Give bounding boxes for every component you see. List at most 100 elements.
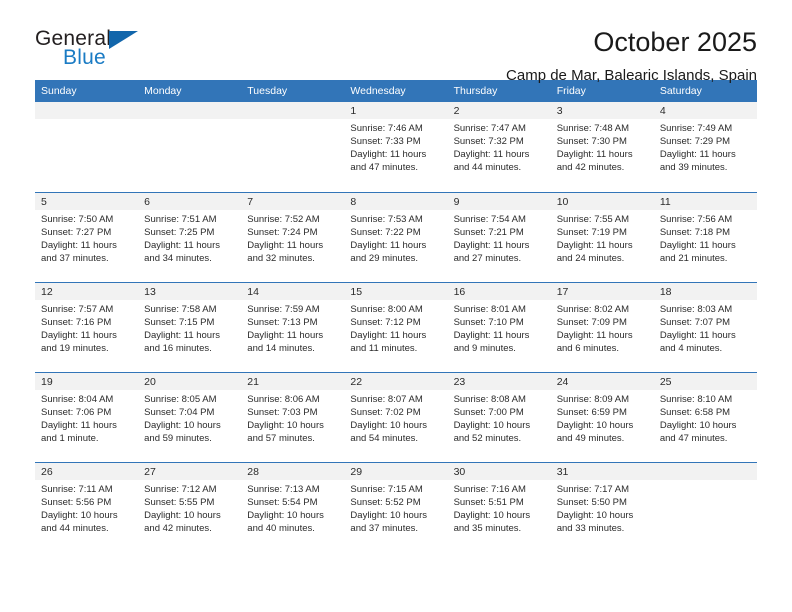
sunset-text: Sunset: 7:19 PM bbox=[556, 226, 627, 238]
day-details: Sunrise: 7:53 AM Sunset: 7:22 PM Daylight:… bbox=[344, 210, 447, 265]
calendar-day-cell[interactable]: 27 Sunrise: 7:12 AM Sunset: 5:55 PM Dayligh… bbox=[138, 462, 242, 552]
calendar-day-cell[interactable]: 31 Sunrise: 7:17 AM Sunset: 5:50 PM Dayligh… bbox=[550, 462, 654, 552]
calendar-day-cell[interactable]: 13 Sunrise: 7:58 AM Sunset: 7:15 PM Dayligh… bbox=[138, 282, 242, 373]
sunrise-text: Sunrise: 7:49 AM bbox=[659, 123, 733, 134]
day-details: Sunrise: 8:01 AM Sunset: 7:10 PM Daylight:… bbox=[448, 300, 551, 355]
logo-text-blue: Blue bbox=[63, 46, 106, 69]
calendar-day-cell[interactable]: 21 Sunrise: 8:06 AM Sunset: 7:03 PM Dayligh… bbox=[241, 372, 345, 463]
sunset-text: Sunset: 5:55 PM bbox=[144, 496, 215, 508]
sunset-text: Sunset: 7:10 PM bbox=[453, 316, 524, 328]
sunset-text: Sunset: 7:03 PM bbox=[247, 406, 318, 418]
sunrise-text: Sunrise: 7:17 AM bbox=[556, 483, 630, 495]
sunset-text: Sunset: 7:13 PM bbox=[247, 316, 318, 328]
day-details: Sunrise: 7:13 AM Sunset: 5:54 PM Daylight:… bbox=[241, 480, 344, 535]
calendar-day-cell[interactable]: 24 Sunrise: 8:09 AM Sunset: 6:59 PM Dayligh… bbox=[550, 372, 654, 463]
calendar-week-row: 5 Sunrise: 7:50 AM Sunset: 7:27 PM Daylight… bbox=[35, 192, 757, 283]
calendar-day-cell[interactable]: 14 Sunrise: 7:59 AM Sunset: 7:13 PM Dayligh… bbox=[241, 282, 345, 373]
calendar-day-cell[interactable]: 29 Sunrise: 7:15 AM Sunset: 5:52 PM Dayligh… bbox=[344, 462, 448, 552]
day-number: 16 bbox=[447, 282, 551, 300]
day-number bbox=[653, 462, 757, 480]
sunrise-text: Sunrise: 8:04 AM bbox=[41, 393, 114, 405]
calendar-day-cell[interactable]: 28 Sunrise: 7:13 AM Sunset: 5:54 PM Dayligh… bbox=[241, 462, 345, 552]
calendar-day-cell[interactable]: 6 Sunrise: 7:51 AM Sunset: 7:25 PM Daylight… bbox=[138, 192, 242, 283]
daylight-text: Daylight: 11 hours and 11 minutes. bbox=[350, 329, 427, 354]
calendar-day-cell[interactable]: 10 Sunrise: 7:55 AM Sunset: 7:19 PM Dayligh… bbox=[550, 192, 654, 283]
calendar-day-cell[interactable]: 8 Sunrise: 7:53 AM Sunset: 7:22 PM Daylight… bbox=[344, 192, 448, 283]
day-details: Sunrise: 7:15 AM Sunset: 5:52 PM Daylight:… bbox=[344, 480, 447, 535]
weekday-header-sunday: Sunday bbox=[35, 80, 139, 102]
page-title: October 2025 bbox=[593, 27, 757, 57]
calendar-day-cell[interactable]: 4 Sunrise: 7:49 AM Sunset: 7:29 PM Daylight… bbox=[653, 102, 757, 193]
sunset-text: Sunset: 7:32 PM bbox=[453, 136, 524, 148]
sunrise-text: Sunrise: 8:10 AM bbox=[659, 393, 733, 405]
day-details: Sunrise: 8:03 AM Sunset: 7:07 PM Daylight:… bbox=[654, 300, 757, 355]
sunset-text: Sunset: 7:33 PM bbox=[350, 136, 421, 148]
sunrise-text: Sunrise: 7:15 AM bbox=[350, 483, 423, 495]
calendar-day-cell[interactable]: 7 Sunrise: 7:52 AM Sunset: 7:24 PM Daylight… bbox=[241, 192, 345, 283]
sunset-text: Sunset: 7:29 PM bbox=[659, 136, 731, 148]
calendar-day-cell-empty bbox=[653, 462, 757, 552]
day-details: Sunrise: 7:11 AM Sunset: 5:56 PM Daylight:… bbox=[35, 480, 138, 535]
day-number: 26 bbox=[35, 462, 139, 480]
day-number: 20 bbox=[138, 372, 242, 390]
calendar-day-cell[interactable]: 18 Sunrise: 8:03 AM Sunset: 7:07 PM Dayligh… bbox=[653, 282, 757, 373]
calendar-day-cell-empty bbox=[138, 102, 242, 193]
sunrise-text: Sunrise: 7:50 AM bbox=[41, 213, 114, 225]
day-number: 1 bbox=[344, 102, 448, 119]
daylight-text: Daylight: 11 hours and 47 minutes. bbox=[350, 149, 427, 174]
daylight-text: Daylight: 11 hours and 4 minutes. bbox=[659, 329, 736, 354]
day-number: 23 bbox=[447, 372, 551, 390]
daylight-text: Daylight: 10 hours and 44 minutes. bbox=[41, 509, 118, 534]
sunrise-text: Sunrise: 7:13 AM bbox=[247, 483, 320, 495]
calendar-day-cell[interactable]: 2 Sunrise: 7:47 AM Sunset: 7:32 PM Daylight… bbox=[447, 102, 551, 193]
calendar-day-cell[interactable]: 20 Sunrise: 8:05 AM Sunset: 7:04 PM Dayligh… bbox=[138, 372, 242, 463]
day-details: Sunrise: 7:48 AM Sunset: 7:30 PM Daylight:… bbox=[551, 119, 654, 174]
sunrise-text: Sunrise: 8:01 AM bbox=[453, 303, 526, 315]
daylight-text: Daylight: 11 hours and 24 minutes. bbox=[556, 239, 633, 264]
sunset-text: Sunset: 7:27 PM bbox=[41, 226, 112, 238]
sunrise-text: Sunrise: 7:53 AM bbox=[350, 213, 423, 225]
day-details: Sunrise: 7:16 AM Sunset: 5:51 PM Daylight:… bbox=[448, 480, 551, 535]
day-number: 8 bbox=[344, 192, 448, 210]
sunset-text: Sunset: 7:06 PM bbox=[41, 406, 112, 418]
day-number: 27 bbox=[138, 462, 242, 480]
calendar-day-cell-empty bbox=[35, 102, 139, 193]
day-details: Sunrise: 8:06 AM Sunset: 7:03 PM Daylight:… bbox=[241, 390, 344, 445]
calendar-day-cell[interactable]: 5 Sunrise: 7:50 AM Sunset: 7:27 PM Daylight… bbox=[35, 192, 139, 283]
sunset-text: Sunset: 7:00 PM bbox=[453, 406, 524, 418]
calendar-day-cell[interactable]: 11 Sunrise: 7:56 AM Sunset: 7:18 PM Dayligh… bbox=[653, 192, 757, 283]
calendar-day-cell[interactable]: 3 Sunrise: 7:48 AM Sunset: 7:30 PM Daylight… bbox=[550, 102, 654, 193]
calendar-day-cell[interactable]: 12 Sunrise: 7:57 AM Sunset: 7:16 PM Dayligh… bbox=[35, 282, 139, 373]
calendar-day-cell[interactable]: 25 Sunrise: 8:10 AM Sunset: 6:58 PM Dayligh… bbox=[653, 372, 757, 463]
calendar-day-cell[interactable]: 22 Sunrise: 8:07 AM Sunset: 7:02 PM Dayligh… bbox=[344, 372, 448, 463]
sunset-text: Sunset: 7:18 PM bbox=[659, 226, 731, 238]
sunset-text: Sunset: 7:21 PM bbox=[453, 226, 524, 238]
day-details: Sunrise: 7:47 AM Sunset: 7:32 PM Daylight:… bbox=[448, 119, 551, 174]
day-number: 30 bbox=[447, 462, 551, 480]
day-number: 21 bbox=[241, 372, 345, 390]
calendar-day-cell[interactable]: 9 Sunrise: 7:54 AM Sunset: 7:21 PM Daylight… bbox=[447, 192, 551, 283]
sunset-text: Sunset: 7:04 PM bbox=[144, 406, 215, 418]
day-number: 11 bbox=[653, 192, 757, 210]
calendar-day-cell[interactable]: 17 Sunrise: 8:02 AM Sunset: 7:09 PM Dayligh… bbox=[550, 282, 654, 373]
calendar-day-cell[interactable]: 23 Sunrise: 8:08 AM Sunset: 7:00 PM Dayligh… bbox=[447, 372, 551, 463]
calendar-day-cell[interactable]: 26 Sunrise: 7:11 AM Sunset: 5:56 PM Dayligh… bbox=[35, 462, 139, 552]
calendar-body: 1 Sunrise: 7:46 AM Sunset: 7:33 PM Daylight… bbox=[35, 102, 757, 552]
daylight-text: Daylight: 10 hours and 33 minutes. bbox=[556, 509, 634, 534]
calendar-day-cell[interactable]: 19 Sunrise: 8:04 AM Sunset: 7:06 PM Dayligh… bbox=[35, 372, 139, 463]
daylight-text: Daylight: 11 hours and 14 minutes. bbox=[247, 329, 324, 354]
general-blue-logo[interactable]: General Blue bbox=[35, 28, 150, 72]
calendar-day-cell[interactable]: 15 Sunrise: 8:00 AM Sunset: 7:12 PM Dayligh… bbox=[344, 282, 448, 373]
sunrise-text: Sunrise: 7:47 AM bbox=[453, 123, 526, 134]
daylight-text: Daylight: 11 hours and 6 minutes. bbox=[556, 329, 633, 354]
sunrise-text: Sunrise: 8:03 AM bbox=[659, 303, 733, 315]
daylight-text: Daylight: 11 hours and 29 minutes. bbox=[350, 239, 427, 264]
sunrise-text: Sunrise: 8:06 AM bbox=[247, 393, 320, 405]
day-number: 22 bbox=[344, 372, 448, 390]
calendar-day-cell[interactable]: 16 Sunrise: 8:01 AM Sunset: 7:10 PM Dayligh… bbox=[447, 282, 551, 373]
calendar-day-cell[interactable]: 30 Sunrise: 7:16 AM Sunset: 5:51 PM Dayligh… bbox=[447, 462, 551, 552]
sunset-text: Sunset: 6:58 PM bbox=[659, 406, 731, 418]
sunrise-text: Sunrise: 8:00 AM bbox=[350, 303, 423, 315]
calendar-day-cell[interactable]: 1 Sunrise: 7:46 AM Sunset: 7:33 PM Daylight… bbox=[344, 102, 448, 193]
day-details: Sunrise: 7:52 AM Sunset: 7:24 PM Daylight:… bbox=[241, 210, 344, 265]
